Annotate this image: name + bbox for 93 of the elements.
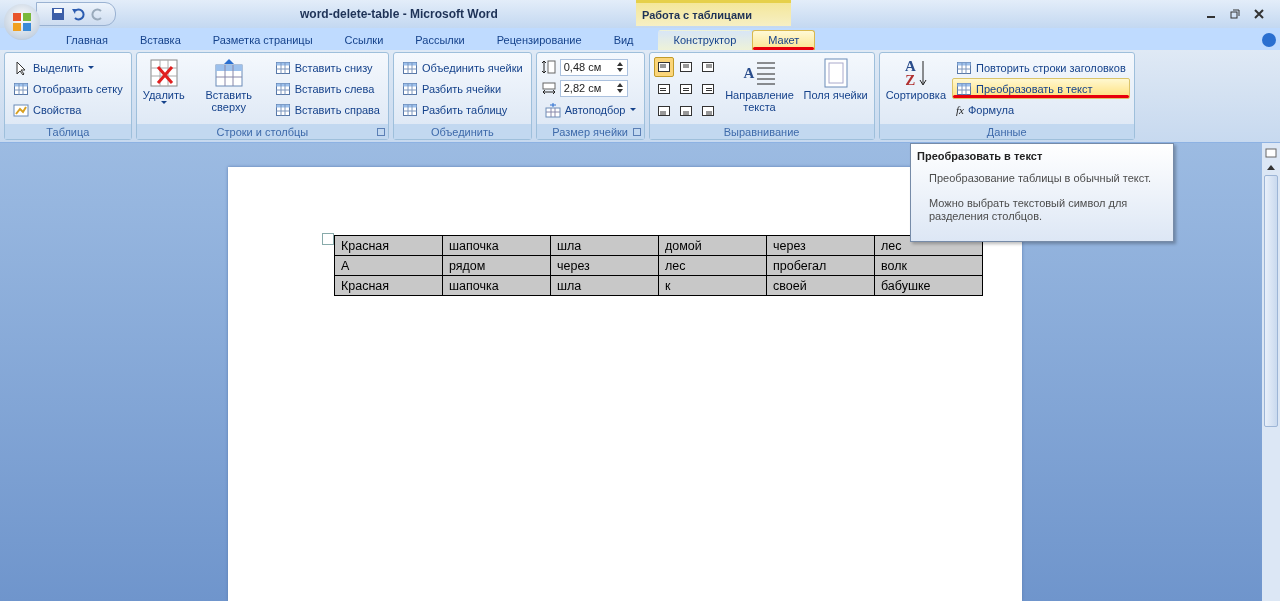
ribbon-button[interactable]: Вставить справа [270,99,384,120]
help-icon[interactable] [1262,33,1276,47]
table-grid-icon [401,101,418,118]
spin-arrows-icon[interactable] [615,61,624,73]
group-label: Выравнивание [649,124,874,139]
table-cell: шла [550,235,659,256]
table-cell: Красная [334,235,443,256]
text-align-icon [657,106,670,116]
table-grid-icon [401,59,418,76]
table-grid-icon [274,80,291,97]
tooltip-text: Преобразование таблицы в обычный текст. [929,172,1153,185]
table-grid-icon [956,80,972,97]
caret-icon [87,66,94,69]
column-width-icon [540,80,557,96]
ribbon-tab[interactable]: Ссылки [328,30,400,50]
group-label: Строки и столбцы [136,124,388,139]
ribbon-tab[interactable]: Макет [752,30,816,50]
save-icon[interactable] [51,7,65,21]
restore-icon[interactable] [1230,9,1240,19]
table-grid-icon [274,101,291,118]
ribbon-large-button[interactable]: Поля ячейки [801,55,870,122]
text-align-icon [657,62,670,72]
context-title: Работа с таблицами [636,0,791,26]
ribbon-button[interactable]: fx Формула [952,99,1130,120]
scroll-up-icon[interactable] [1266,163,1276,171]
ribbon-button[interactable]: Свойства [9,99,127,120]
ribbon-button[interactable]: Преобразовать в текст [952,78,1130,99]
dialog-launcher-icon[interactable] [632,128,641,136]
text-align-icon [679,106,692,116]
ribbon-button[interactable]: Разбить ячейки [397,78,527,99]
text-align-icon [679,84,692,94]
ribbon-button[interactable]: Разбить таблицу [397,99,527,120]
annotation-underline [753,47,815,50]
table-cell: через [766,235,875,256]
group-label: Данные [879,124,1134,139]
ribbon-button[interactable]: Вставить снизу [270,57,384,78]
ribbon-large-button[interactable]: A Z Сортировка [883,55,948,122]
text-align-icon [701,84,714,94]
formula-icon: fx [956,103,964,116]
group-label: Размер ячейки [536,124,644,139]
tooltip-title: Преобразовать в текст [917,150,1044,162]
ribbon-tab[interactable]: Вид [597,30,650,50]
table-cell: А [334,255,443,276]
vertical-scrollbar[interactable] [1262,143,1280,601]
ribbon-tab[interactable]: Разметка страницы [196,30,329,50]
ribbon-button[interactable]: Объединить ячейки [397,57,527,78]
table-move-handle[interactable] [322,233,334,245]
table-grid-icon [274,59,291,76]
table-grid-icon [401,80,418,97]
ribbon-button[interactable]: Отобразить сетку [9,78,127,99]
properties-icon [13,101,29,118]
ruler-toggle-icon[interactable] [1265,147,1277,159]
window-title: word-delete-table - Microsoft Word [300,7,498,21]
caret-icon [629,108,636,111]
spin-arrows-icon[interactable] [615,82,624,94]
text-align-icon [701,106,714,116]
ribbon-button[interactable]: Повторить строки заголовков [952,57,1130,78]
table-grid-icon [13,80,29,97]
text-align-icon [701,62,714,72]
ribbon-button[interactable]: Выделить [9,57,127,78]
size-spin-field[interactable]: 2,82 см [559,79,628,97]
ribbon-tab[interactable]: Вставка [123,30,197,50]
autofit-icon [544,101,561,118]
dialog-launcher-icon[interactable] [376,128,385,136]
ribbon-tab[interactable]: Рассылки [399,30,481,50]
office-button[interactable] [4,4,40,40]
ribbon-tab[interactable]: Рецензирование [480,30,598,50]
group-label: Объединить [393,124,531,139]
ribbon-large-button[interactable]: A Направление текста [721,55,798,122]
ribbon-button[interactable]: Автоподбор [540,99,640,120]
table-insert-icon [212,57,245,89]
office-logo-icon [12,12,32,32]
scroll-thumb[interactable] [1264,175,1278,427]
ribbon-tab[interactable]: Конструктор [657,30,753,50]
size-spin-field[interactable]: 0,48 см [559,58,628,76]
alignment-button[interactable] [653,57,674,77]
group-label: Таблица [5,124,131,139]
table-delete-icon [147,57,180,89]
table-cell: шапочка [442,235,551,256]
table-cell: домой [658,235,767,256]
ribbon-tab[interactable]: Главная [50,30,124,50]
undo-icon[interactable] [71,7,85,21]
row-height-icon [540,59,557,75]
text-align-icon [657,84,670,94]
caret-icon [160,101,167,104]
ribbon-large-button[interactable]: Удалить [140,55,187,122]
table-cell: Красная [334,275,443,296]
table-grid-icon [956,59,972,76]
close-icon[interactable] [1254,9,1264,19]
text-align-icon [679,62,692,72]
tooltip-text: Можно выбрать текстовый символ для разделения столбцов. [929,197,1129,223]
ribbon-button[interactable]: Вставить слева [270,78,384,99]
ribbon-large-button[interactable]: Вставить сверху [190,55,267,122]
